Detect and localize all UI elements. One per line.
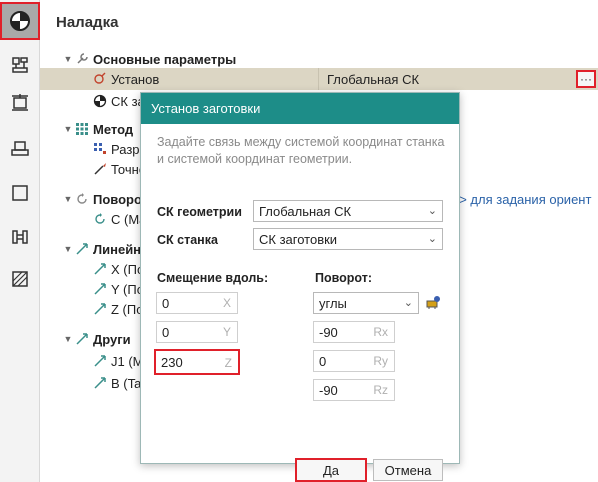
linear-axis-icon <box>92 375 108 391</box>
panel-title: Наладка <box>56 14 119 31</box>
geom-cs-value: Глобальная СК <box>259 203 352 219</box>
rotation-rx-value: -90 <box>319 324 338 340</box>
tree-label: J1 (M <box>111 353 144 369</box>
linear-axis-icon <box>92 353 108 369</box>
workpiece-button[interactable] <box>0 84 40 122</box>
offset-z-value: 230 <box>161 354 183 370</box>
offset-y-input[interactable]: 0 Y <box>156 321 238 343</box>
dialog-title: Установ заготовки <box>141 93 459 124</box>
rotation-link[interactable]: ..> для задания ориент <box>452 188 591 210</box>
tree-label: Метод <box>93 121 134 137</box>
offset-x-value: 0 <box>162 295 170 311</box>
offset-z-input[interactable]: 230 Z <box>154 349 240 375</box>
rotation-rz-value: -90 <box>319 382 338 398</box>
tree-group-basic-params[interactable]: ▼ Основные параметры <box>40 48 598 70</box>
machine-cs-select[interactable]: СК заготовки ⌄ <box>253 228 443 250</box>
offset-x-input[interactable]: 0 X <box>156 292 238 314</box>
geom-cs-label: СК геометрии <box>157 205 242 219</box>
fixture-icon <box>12 57 28 73</box>
precision-icon <box>92 161 108 177</box>
axis-label: X <box>222 296 231 310</box>
more-button[interactable]: ··· <box>576 70 596 88</box>
linear-axis-icon <box>92 261 108 277</box>
workpiece-icon <box>12 94 28 111</box>
chevron-down-icon[interactable]: ▼ <box>62 334 74 344</box>
chevron-down-icon[interactable]: ▼ <box>62 194 74 204</box>
cancel-button[interactable]: Отмена <box>373 459 443 481</box>
rotate-icon <box>74 191 90 207</box>
target-icon <box>92 93 108 109</box>
axis-label: Ry <box>373 354 388 368</box>
linear-axis-icon <box>92 301 108 317</box>
axis-label: Y <box>222 325 231 339</box>
left-toolbar <box>0 0 40 482</box>
setup-value: Глобальная СК <box>318 68 419 90</box>
rotation-ry-value: 0 <box>319 353 327 369</box>
grid-icon <box>74 121 90 137</box>
axis-label: Z <box>224 356 232 370</box>
setup-icon <box>92 71 108 87</box>
machine-cs-label: СК станка <box>157 233 218 247</box>
tree-label: Линейн <box>93 241 142 257</box>
tool-icon[interactable] <box>426 294 442 310</box>
workpiece-setup-dialog: Установ заготовки Задайте связь между си… <box>140 92 460 482</box>
chevron-down-icon: ⌄ <box>427 233 437 245</box>
linear-axis-icon <box>92 281 108 297</box>
wrench-icon <box>74 51 90 67</box>
stock-button[interactable] <box>0 174 40 212</box>
tree-item-setup[interactable]: Установ Глобальная СК ··· <box>40 68 598 90</box>
offset-y-value: 0 <box>162 324 170 340</box>
fixture-button[interactable] <box>0 46 40 84</box>
rotate-icon <box>92 211 108 227</box>
ok-button[interactable]: Да <box>295 458 367 482</box>
chevron-down-icon[interactable]: ▼ <box>62 54 74 64</box>
section-button[interactable] <box>0 260 40 298</box>
split-icon <box>92 141 108 157</box>
tree-label: Поворо <box>93 191 142 207</box>
tree-label: Други <box>93 331 131 347</box>
rotation-mode-value: углы <box>319 295 347 311</box>
rotation-ry-input[interactable]: 0 Ry <box>313 350 395 372</box>
table-icon <box>11 141 29 156</box>
table-button[interactable] <box>0 130 40 168</box>
target-icon <box>10 11 30 31</box>
square-icon <box>12 185 28 201</box>
chevron-down-icon[interactable]: ▼ <box>62 244 74 254</box>
linear-axis-icon <box>74 331 90 347</box>
rotation-mode-select[interactable]: углы ⌄ <box>313 292 419 314</box>
chevron-down-icon[interactable]: ▼ <box>62 124 74 134</box>
geom-cs-select[interactable]: Глобальная СК ⌄ <box>253 200 443 222</box>
axis-label: Rx <box>373 325 388 339</box>
rotation-rx-input[interactable]: -90 Rx <box>313 321 395 343</box>
tree-label: Z (По <box>111 301 144 317</box>
tree-label: Основные параметры <box>93 51 237 67</box>
linear-axis-icon <box>74 241 90 257</box>
rotation-label: Поворот: <box>315 271 373 285</box>
dialog-hint: Задайте связь между системой координат с… <box>157 135 445 166</box>
clamp-icon <box>12 230 28 244</box>
chevron-down-icon: ⌄ <box>427 205 437 217</box>
tree-label: B (Ta <box>111 375 142 391</box>
setup-mode-button[interactable] <box>0 2 40 40</box>
machine-cs-value: СК заготовки <box>259 231 338 247</box>
axis-label: Rz <box>373 383 388 397</box>
clamp-button[interactable] <box>0 218 40 256</box>
offset-label: Смещение вдоль: <box>157 271 269 285</box>
rotation-rz-input[interactable]: -90 Rz <box>313 379 395 401</box>
tree-label: Y (По <box>111 281 144 297</box>
tree-label: Установ <box>111 71 160 87</box>
chevron-down-icon: ⌄ <box>403 297 413 309</box>
setup-value-text: Глобальная СК <box>327 71 420 87</box>
section-icon <box>12 271 28 287</box>
